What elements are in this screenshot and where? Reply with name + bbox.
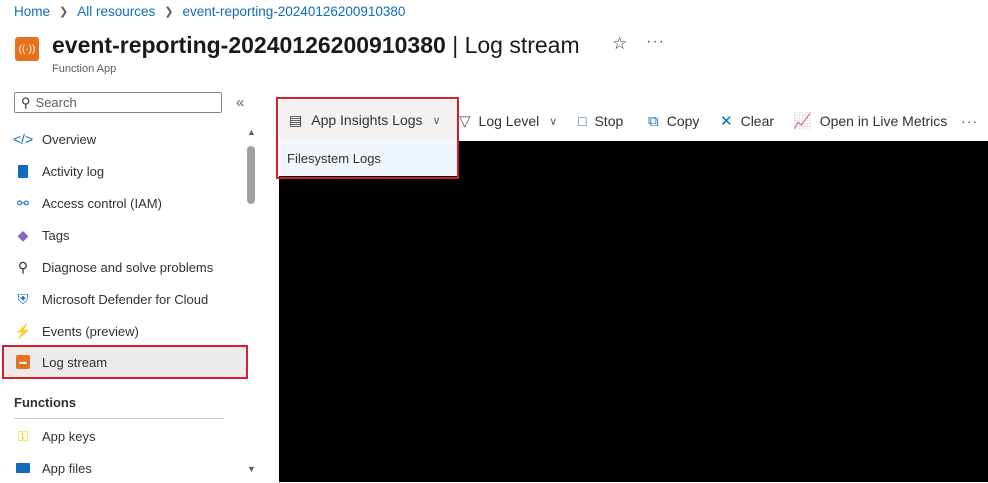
- resource-name: event-reporting-20240126200910380: [52, 32, 446, 58]
- sidebar-item-activity-log[interactable]: Activity log: [8, 156, 246, 186]
- breadcrumb-all-resources[interactable]: All resources: [77, 4, 155, 19]
- breadcrumb: Home ❯ All resources ❯ event-reporting-2…: [14, 2, 405, 20]
- section-divider: [14, 418, 224, 419]
- sidebar-item-label: Activity log: [42, 163, 105, 179]
- sidebar-item-label: App keys: [42, 428, 96, 444]
- key-icon: ⚿: [17, 427, 29, 444]
- chart-line-icon: 📈: [793, 113, 812, 130]
- search-input[interactable]: ⚲ Search: [14, 92, 222, 113]
- function-app-icon: ((·)): [15, 37, 39, 61]
- more-options-icon[interactable]: ···: [646, 33, 665, 51]
- overview-icon: </>: [12, 131, 34, 147]
- shield-icon: ⛨: [17, 290, 29, 307]
- app-files-icon: [14, 459, 32, 477]
- sidebar-item-label: Diagnose and solve problems: [42, 259, 214, 275]
- log-level-label: Log Level: [478, 113, 540, 129]
- access-control-icon: ⚯: [17, 194, 29, 211]
- sidebar-item-label: Access control (IAM): [42, 195, 162, 211]
- dropdown-highlight-outline: [276, 97, 459, 179]
- log-level-button[interactable]: ▽ Log Level ∨: [459, 110, 557, 132]
- search-placeholder: Search: [35, 95, 77, 110]
- sidebar-item-label: Tags: [42, 227, 70, 243]
- stop-button[interactable]: □ Stop: [578, 110, 623, 132]
- stop-icon: □: [578, 113, 587, 129]
- sidebar-item-overview[interactable]: </> Overview: [8, 124, 246, 154]
- sidebar-item-app-files[interactable]: App files: [8, 453, 246, 483]
- resource-type: Function App: [52, 63, 117, 75]
- search-icon: ⚲: [21, 94, 31, 110]
- sidebar-item-events[interactable]: ⚡ Events (preview): [8, 316, 246, 346]
- sidebar-item-access-control[interactable]: ⚯ Access control (IAM): [8, 188, 246, 218]
- sidebar-item-diagnose[interactable]: ⚲ Diagnose and solve problems: [8, 252, 246, 282]
- favorite-star-icon[interactable]: ☆: [612, 34, 627, 54]
- chevron-down-icon: ∨: [549, 115, 558, 128]
- page-name: Log stream: [464, 32, 580, 58]
- breadcrumb-home[interactable]: Home: [14, 4, 50, 19]
- copy-label: Copy: [666, 113, 700, 129]
- tag-icon: ◆: [17, 226, 29, 243]
- sidebar-item-log-stream[interactable]: ▬ Log stream: [2, 345, 248, 379]
- wrench-icon: ⚲: [17, 258, 29, 275]
- copy-button[interactable]: ⧉ Copy: [648, 110, 699, 132]
- toolbar-more-icon[interactable]: ···: [961, 110, 978, 132]
- close-icon: ✕: [720, 113, 733, 130]
- sidebar-item-label: App files: [42, 460, 92, 476]
- chevron-right-icon: ❯: [59, 5, 69, 18]
- scrollbar-thumb[interactable]: [247, 146, 255, 204]
- log-console: [279, 141, 988, 482]
- live-metrics-label: Open in Live Metrics: [819, 113, 948, 129]
- live-metrics-button[interactable]: 📈 Open in Live Metrics: [793, 110, 947, 132]
- sidebar-item-label: Events (preview): [42, 323, 139, 339]
- copy-icon: ⧉: [648, 112, 659, 130]
- breadcrumb-resource[interactable]: event-reporting-20240126200910380: [182, 4, 405, 19]
- stop-label: Stop: [594, 113, 624, 129]
- sidebar-item-label: Overview: [42, 131, 97, 147]
- activity-log-icon: [14, 162, 32, 180]
- sidebar-item-tags[interactable]: ◆ Tags: [8, 220, 246, 250]
- clear-button[interactable]: ✕ Clear: [720, 110, 774, 132]
- sidebar-item-app-keys[interactable]: ⚿ App keys: [8, 421, 246, 451]
- scroll-up-icon[interactable]: ▲: [247, 127, 256, 137]
- clear-label: Clear: [740, 113, 775, 129]
- chevron-right-icon: ❯: [164, 5, 174, 18]
- sidebar-item-defender[interactable]: ⛨ Microsoft Defender for Cloud: [8, 284, 246, 314]
- filter-icon: ▽: [459, 113, 471, 130]
- sidebar-section-functions: Functions: [14, 395, 77, 410]
- sidebar-item-label: Log stream: [42, 354, 108, 370]
- sidebar-item-label: Microsoft Defender for Cloud: [42, 291, 209, 307]
- page-title: event-reporting-20240126200910380 | Log …: [52, 30, 580, 60]
- title-separator: |: [452, 32, 459, 58]
- log-stream-icon: ▬: [14, 353, 32, 371]
- lightning-icon: ⚡: [14, 322, 32, 339]
- scroll-down-icon[interactable]: ▼: [247, 464, 256, 474]
- collapse-sidebar-icon[interactable]: «: [236, 94, 244, 111]
